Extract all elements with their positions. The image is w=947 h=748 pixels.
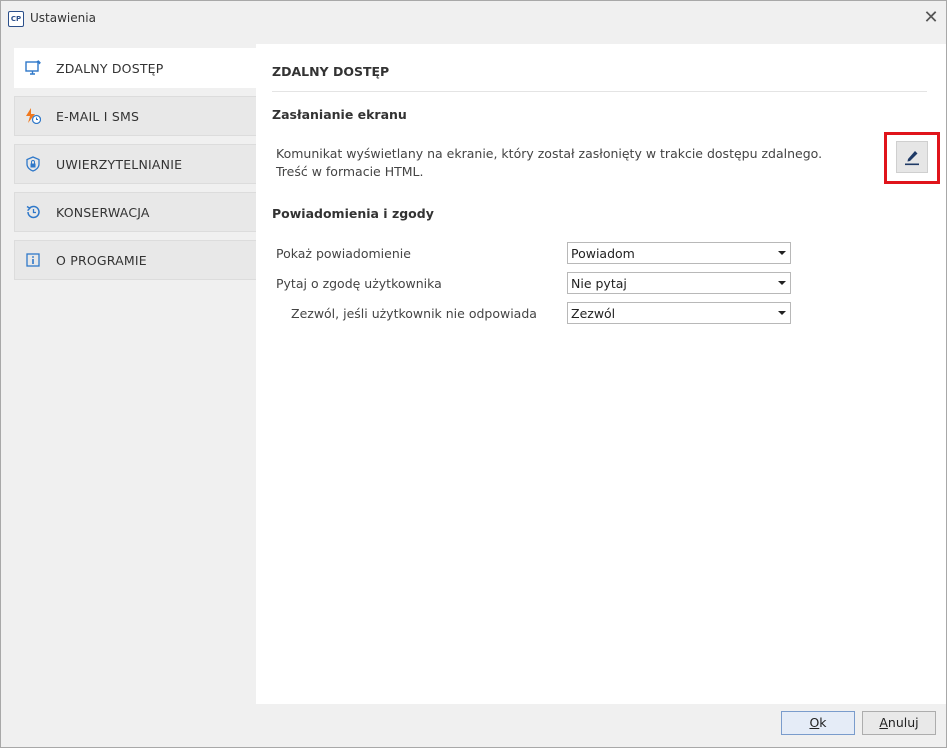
chevron-down-icon [778,281,786,285]
shield-lock-icon [26,156,40,172]
sidebar-item-authentication[interactable]: UWIERZYTELNIANIE [14,144,257,184]
title-bar: CP Ustawienia ✕ [1,1,946,35]
allow-no-response-label: Zezwól, jeśli użytkownik nie odpowiada [291,306,537,321]
sidebar-item-label: ZDALNY DOSTĘP [56,61,164,76]
monitor-icon [25,60,41,75]
show-notification-label: Pokaż powiadomienie [276,246,411,261]
cancel-button[interactable]: Anuluj [862,711,936,735]
ask-consent-select[interactable]: Nie pytaj [567,272,791,294]
allow-no-response-select[interactable]: Zezwól [567,302,791,324]
select-value: Zezwól [571,306,616,321]
history-icon [26,205,40,219]
screen-cover-description: Komunikat wyświetlany na ekranie, który … [276,146,823,179]
sidebar-item-maintenance[interactable]: KONSERWACJA [14,192,257,232]
sidebar-item-label: KONSERWACJA [56,205,150,220]
lightning-clock-icon [26,108,41,124]
chevron-down-icon [778,251,786,255]
sidebar-item-label: E-MAIL I SMS [56,109,140,124]
info-icon [26,253,40,267]
sidebar-item-remote-access[interactable]: ZDALNY DOSTĘP [14,48,258,88]
ask-consent-label: Pytaj o zgodę użytkownika [276,276,442,291]
select-value: Powiadom [571,246,635,261]
select-value: Nie pytaj [571,276,627,291]
notifications-heading: Powiadomienia i zgody [272,206,434,221]
sidebar-item-about[interactable]: O PROGRAMIE [14,240,257,280]
close-icon[interactable]: ✕ [922,9,940,27]
pen-icon [905,151,919,166]
chevron-down-icon [778,311,786,315]
app-logo-icon: CP [8,11,24,27]
settings-panel: ZDALNY DOSTĘP Zasłanianie ekranu Komunik… [256,44,946,704]
window-title: Ustawienia [30,11,96,25]
sidebar-item-label: O PROGRAMIE [56,253,147,268]
page-title: ZDALNY DOSTĘP [272,64,390,79]
screen-cover-heading: Zasłanianie ekranu [272,107,407,122]
sidebar-item-label: UWIERZYTELNIANIE [56,157,183,172]
title-divider [272,91,927,92]
ok-button[interactable]: Ok [781,711,855,735]
show-notification-select[interactable]: Powiadom [567,242,791,264]
settings-window: CP Ustawienia ✕ ZDALNY DOSTĘP E-MAIL I S… [0,0,947,748]
settings-sidebar: ZDALNY DOSTĘP E-MAIL I SMS UWIERZYTELNIA… [14,48,258,288]
sidebar-item-email-sms[interactable]: E-MAIL I SMS [14,96,257,136]
edit-message-button[interactable] [896,141,928,173]
